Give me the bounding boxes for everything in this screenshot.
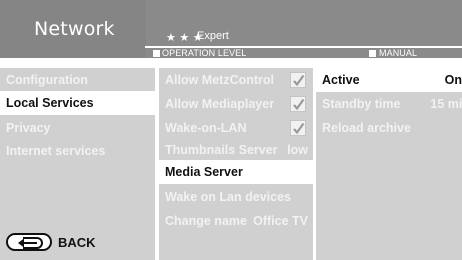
manual-marker — [369, 50, 376, 57]
service-label: Change name — [165, 214, 247, 228]
operation-level-label[interactable]: OPERATION LEVEL — [162, 48, 246, 58]
service-wake-on-lan[interactable]: Wake-on-LAN — [159, 116, 313, 140]
media-server-standby-time[interactable]: Standby time 15 min — [316, 92, 462, 116]
menu-item-privacy[interactable]: Privacy — [0, 116, 155, 140]
active-value: On — [444, 73, 462, 87]
page-title: Network — [34, 18, 115, 40]
checkmark-icon — [293, 122, 305, 135]
service-allow-metzcontrol[interactable]: Allow MetzControl — [159, 68, 313, 92]
service-label: Wake-on-LAN — [165, 121, 247, 135]
back-button[interactable] — [6, 233, 52, 251]
wake-on-lan-checkbox[interactable] — [290, 120, 306, 136]
operation-level-marker — [153, 50, 160, 57]
thumbnails-server-value: low — [287, 143, 308, 157]
menu-item-label: Local Services — [6, 96, 94, 110]
setting-label: Active — [322, 73, 360, 87]
operation-level-value: Expert — [197, 30, 229, 42]
menu-item-label: Internet services — [6, 144, 106, 158]
service-thumbnails-server[interactable]: Thumbnails Server low — [159, 138, 313, 162]
menu-item-label: Privacy — [6, 121, 51, 135]
header-bar: Network ★ ★ ★ Expert OPERATION LEVEL MAN… — [0, 0, 462, 58]
media-server-list: Active On Standby time 15 min Reload arc… — [316, 68, 462, 260]
standby-time-value: 15 min — [430, 97, 462, 111]
setting-label: Standby time — [322, 97, 401, 111]
menu-item-label: Configuration — [6, 73, 88, 87]
menu-item-local-services[interactable]: Local Services — [0, 91, 155, 115]
service-label: Thumbnails Server — [165, 143, 278, 157]
setting-label: Reload archive — [322, 121, 411, 135]
service-change-name[interactable]: Change name Office TV — [159, 209, 313, 233]
local-services-list: Allow MetzControl Allow Mediaplayer Wake… — [159, 68, 313, 260]
service-wake-on-lan-devices[interactable]: Wake on Lan devices — [159, 185, 313, 209]
back-label: BACK — [58, 235, 96, 250]
back-arrow-icon — [18, 237, 43, 249]
service-label: Allow Mediaplayer — [165, 97, 275, 111]
checkmark-icon — [293, 98, 305, 111]
change-name-value: Office TV — [253, 214, 308, 228]
service-label: Allow MetzControl — [165, 73, 275, 87]
checkmark-icon — [293, 74, 305, 87]
allow-metzcontrol-checkbox[interactable] — [290, 72, 306, 88]
service-label: Media Server — [165, 165, 243, 179]
menu-item-configuration[interactable]: Configuration — [0, 68, 155, 92]
service-label: Wake on Lan devices — [165, 190, 291, 204]
media-server-active[interactable]: Active On — [316, 68, 462, 92]
service-media-server[interactable]: Media Server — [159, 160, 313, 184]
network-menu: Configuration Local Services Privacy Int… — [0, 68, 155, 260]
menu-item-internet-services[interactable]: Internet services — [0, 139, 155, 163]
media-server-reload-archive[interactable]: Reload archive — [316, 116, 462, 140]
manual-label[interactable]: MANUAL — [379, 48, 417, 58]
service-allow-mediaplayer[interactable]: Allow Mediaplayer — [159, 92, 313, 116]
allow-mediaplayer-checkbox[interactable] — [290, 96, 306, 112]
